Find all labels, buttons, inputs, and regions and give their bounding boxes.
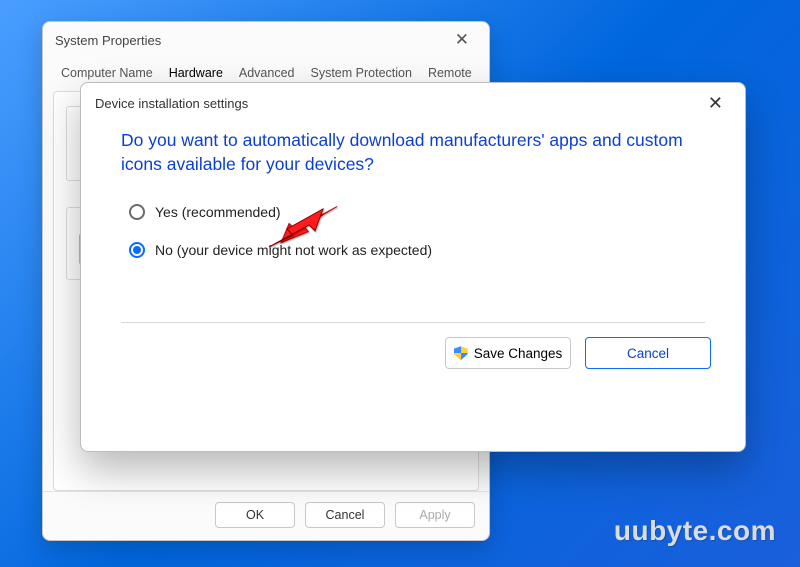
radio-no-label: No (your device might not work as expect… (155, 242, 432, 258)
cancel-button[interactable]: Cancel (585, 337, 711, 369)
radio-no[interactable]: No (your device might not work as expect… (129, 242, 705, 258)
radio-yes[interactable]: Yes (recommended) (129, 204, 705, 220)
divider (121, 322, 705, 323)
system-properties-buttons: OK Cancel Apply (43, 491, 489, 538)
device-installation-settings-dialog: Device installation settings ✕ Do you wa… (80, 82, 746, 452)
save-changes-button[interactable]: Save Changes (445, 337, 571, 369)
ok-button[interactable]: OK (215, 502, 295, 528)
dialog-title: Device installation settings (95, 96, 248, 111)
dialog-buttons: Save Changes Cancel (81, 337, 745, 387)
radio-group: Yes (recommended) No (your device might … (129, 204, 705, 258)
dialog-question: Do you want to automatically download ma… (121, 129, 705, 176)
radio-yes-label: Yes (recommended) (155, 204, 281, 220)
window-title: System Properties (55, 33, 161, 48)
watermark: uubyte.com (614, 515, 776, 547)
radio-icon (129, 242, 145, 258)
cancel-button[interactable]: Cancel (305, 502, 385, 528)
save-changes-label: Save Changes (474, 346, 563, 361)
radio-icon (129, 204, 145, 220)
close-icon[interactable]: ✕ (700, 87, 731, 120)
system-properties-titlebar: System Properties ✕ (43, 22, 489, 58)
uac-shield-icon (454, 346, 468, 360)
apply-button[interactable]: Apply (395, 502, 475, 528)
dialog-titlebar: Device installation settings ✕ (81, 83, 745, 123)
close-icon[interactable]: ✕ (447, 26, 477, 54)
system-properties-tabs: Computer Name Hardware Advanced System P… (43, 58, 489, 85)
